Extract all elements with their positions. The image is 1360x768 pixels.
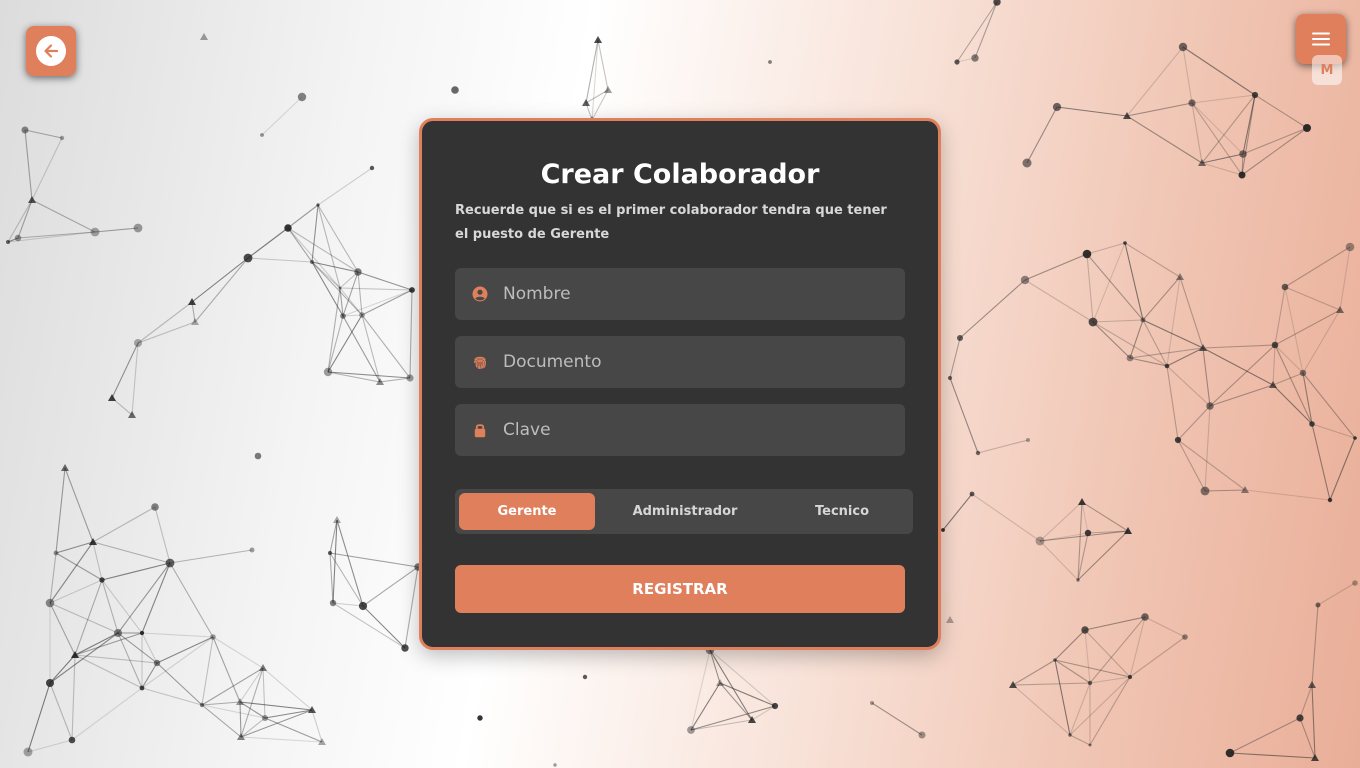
hamburger-menu-icon (1312, 32, 1330, 46)
role-option-tecnico[interactable]: Tecnico (775, 493, 909, 530)
role-option-administrador[interactable]: Administrador (610, 493, 760, 530)
create-collaborator-card: Crear Colaborador Recuerde que si es el … (419, 118, 941, 650)
back-button-circle (36, 36, 66, 66)
register-button[interactable]: REGISTRAR (455, 565, 905, 613)
name-field[interactable]: Nombre (455, 268, 905, 320)
page-title: Crear Colaborador (540, 159, 820, 190)
password-field[interactable]: Clave (455, 404, 905, 456)
user-circle-icon (472, 286, 488, 302)
lock-icon (472, 422, 488, 438)
document-field[interactable]: Documento (455, 336, 905, 388)
user-badge[interactable]: M (1312, 55, 1342, 85)
fingerprint-icon (472, 354, 488, 370)
name-field-placeholder: Nombre (503, 284, 571, 304)
back-button[interactable] (26, 26, 76, 76)
role-option-gerente[interactable]: Gerente (459, 493, 595, 530)
document-field-placeholder: Documento (503, 352, 602, 372)
password-field-placeholder: Clave (503, 420, 551, 440)
arrow-left-icon (44, 44, 59, 58)
role-selector: Gerente Administrador Tecnico (455, 489, 913, 534)
form-subtitle: Recuerde que si es el primer colaborador… (455, 203, 887, 242)
